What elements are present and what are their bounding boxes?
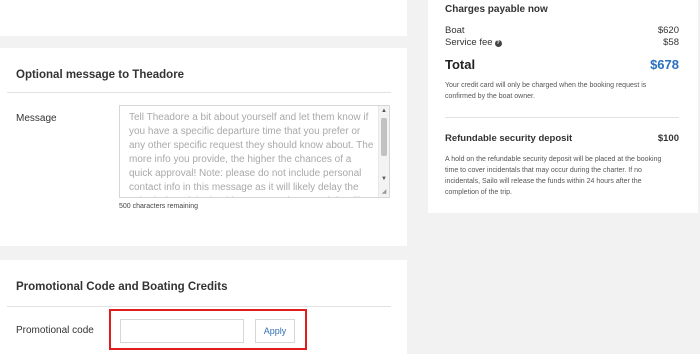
scroll-up-icon[interactable]: ▲ [379,106,389,116]
deposit-value: $100 [657,133,679,144]
promo-section-title: Promotional Code and Boating Credits [16,281,228,293]
scroll-thumb[interactable] [381,118,387,156]
total-label: Total [445,57,476,72]
deposit-note: A hold on the refundable security deposi… [445,156,662,196]
deposit-row: Refundable security deposit $100 [445,133,679,144]
message-placeholder: Tell Theadore a bit about yourself and l… [129,112,374,197]
divider [7,92,391,93]
charge-row-boat: Boat $620 [445,25,679,36]
resize-handle-icon[interactable]: ◢ [379,187,389,197]
textarea-scrollbar[interactable]: ▲ ▼ ◢ [378,106,389,197]
message-section-title: Optional message to Theadore [16,69,185,81]
promo-code-label: Promotional code [16,325,94,336]
charge-label: Service fee [445,37,493,48]
promo-section: Promotional Code and Boating Credits Pro… [0,260,407,354]
divider [445,117,679,118]
charges-panel: Charges payable now Boat $620 Service fe… [428,0,698,213]
characters-remaining: 500 characters remaining [119,203,198,210]
charge-row-service-fee: Service fee? $58 [445,37,679,48]
message-label: Message [16,113,57,124]
total-note: Your credit card will only be charged wh… [445,82,647,100]
message-textarea[interactable]: Tell Theadore a bit about yourself and l… [119,105,390,198]
charge-value: $58 [663,37,679,48]
scroll-down-icon[interactable]: ▼ [379,174,389,184]
charges-title: Charges payable now [445,4,548,15]
deposit-label: Refundable security deposit [445,133,573,144]
help-icon[interactable]: ? [494,40,502,47]
charge-label: Boat [445,25,465,36]
top-card [0,0,407,36]
total-row: Total $678 [445,57,679,72]
total-value: $678 [650,57,679,72]
charge-value: $620 [657,25,679,36]
highlight-box [109,309,307,350]
divider [7,306,391,307]
message-section: Optional message to Theadore Message Tel… [0,48,407,246]
